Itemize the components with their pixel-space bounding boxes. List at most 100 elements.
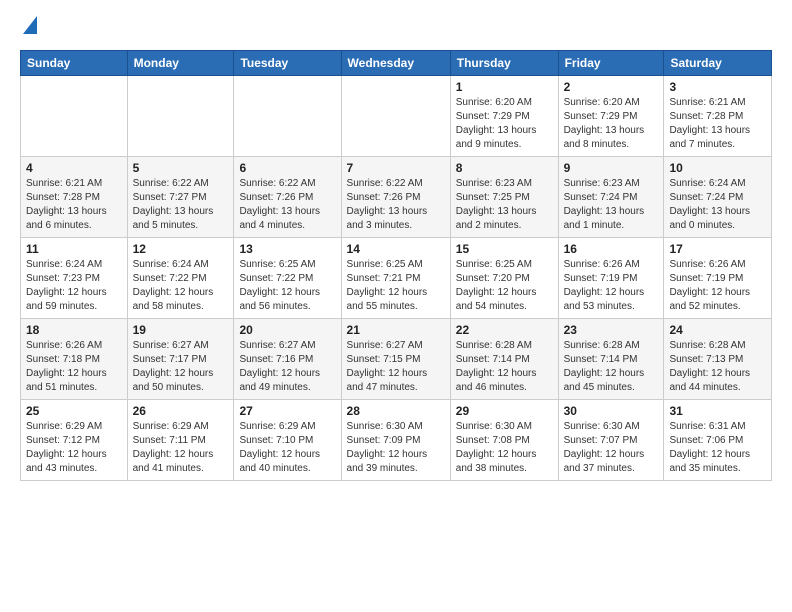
day-info: Sunrise: 6:22 AMSunset: 7:27 PMDaylight:… [133, 177, 229, 233]
day-info-line: Sunrise: 6:31 AM [669, 421, 745, 432]
header-friday: Friday [558, 51, 664, 76]
week-row-1: 1Sunrise: 6:20 AMSunset: 7:29 PMDaylight… [21, 76, 772, 157]
day-info-line: Daylight: 12 hours [669, 287, 750, 298]
day-info-line: and 4 minutes. [239, 220, 305, 231]
day-info-line: and 54 minutes. [456, 301, 527, 312]
day-info-line: and 38 minutes. [456, 463, 527, 474]
day-info-line: Daylight: 12 hours [347, 368, 428, 379]
day-info-line: and 40 minutes. [239, 463, 310, 474]
day-info-line: and 50 minutes. [133, 382, 204, 393]
day-info-line: Daylight: 13 hours [456, 125, 537, 136]
day-info: Sunrise: 6:30 AM Sunset: 7:09 PM Daylight:… [347, 420, 445, 476]
day-cell: 4Sunrise: 6:21 AMSunset: 7:28 PMDaylight… [21, 157, 128, 238]
week-row-2: 4Sunrise: 6:21 AMSunset: 7:28 PMDaylight… [21, 157, 772, 238]
header [20, 16, 772, 40]
day-info-line: and 1 minute. [564, 220, 625, 231]
day-info-line: Daylight: 13 hours [26, 206, 107, 217]
day-cell: 16Sunrise: 6:26 AMSunset: 7:19 PMDayligh… [558, 238, 664, 319]
day-info-line: Sunrise: 6:27 AM [347, 340, 423, 351]
day-info-line: Sunset: 7:19 PM [564, 273, 638, 284]
day-info-line: Sunset: 7:20 PM [456, 273, 530, 284]
day-number: 3 [669, 80, 766, 94]
day-info-line: Sunrise: 6:27 AM [239, 340, 315, 351]
day-info-line: and 41 minutes. [133, 463, 204, 474]
day-info-line: Sunrise: 6:28 AM [456, 340, 532, 351]
day-info-line: Daylight: 12 hours [564, 287, 645, 298]
day-cell: 13Sunrise: 6:25 AMSunset: 7:22 PMDayligh… [234, 238, 341, 319]
day-cell: 11Sunrise: 6:24 AMSunset: 7:23 PMDayligh… [21, 238, 128, 319]
day-info-line: and 59 minutes. [26, 301, 97, 312]
day-info-line: Sunset: 7:08 PM [456, 435, 530, 446]
calendar-table: Sunday Monday Tuesday Wednesday Thursday… [20, 50, 772, 481]
day-number: 26 [133, 404, 229, 418]
day-info: Sunrise: 6:30 AMSunset: 7:08 PMDaylight:… [456, 420, 553, 476]
day-info-line: Sunset: 7:23 PM [26, 273, 100, 284]
day-info-line: Sunset: 7:24 PM [564, 192, 638, 203]
day-info-line: Daylight: 12 hours [26, 287, 107, 298]
day-number: 29 [456, 404, 553, 418]
day-info-line: and 45 minutes. [564, 382, 635, 393]
day-info: Sunrise: 6:28 AMSunset: 7:13 PMDaylight:… [669, 339, 766, 395]
day-cell: 24Sunrise: 6:28 AMSunset: 7:13 PMDayligh… [664, 319, 772, 400]
day-info-line: Sunset: 7:09 PM [347, 435, 421, 446]
day-number: 17 [669, 242, 766, 256]
day-info-line: Sunrise: 6:25 AM [456, 259, 532, 270]
day-cell: 28Sunrise: 6:30 AMSunset: 7:09 PMDayligh… [341, 400, 450, 481]
day-info-line: Daylight: 12 hours [669, 368, 750, 379]
day-info-line: Sunrise: 6:21 AM [26, 178, 102, 189]
day-info-line: Sunrise: 6:28 AM [669, 340, 745, 351]
day-info-line: Sunset: 7:14 PM [564, 354, 638, 365]
day-info: Sunrise: 6:23 AMSunset: 7:24 PMDaylight:… [564, 177, 659, 233]
day-cell: 21Sunrise: 6:27 AMSunset: 7:15 PMDayligh… [341, 319, 450, 400]
day-info: Sunrise: 6:23 AMSunset: 7:25 PMDaylight:… [456, 177, 553, 233]
day-info-line: and 8 minutes. [564, 139, 630, 150]
day-info-line: Sunset: 7:26 PM [347, 192, 421, 203]
day-info-line: Sunset: 7:29 PM [564, 111, 638, 122]
page: Sunday Monday Tuesday Wednesday Thursday… [0, 0, 792, 491]
day-info-line: Sunrise: 6:30 AM [347, 421, 423, 432]
day-info-line: and 0 minutes. [669, 220, 735, 231]
day-info-line: Sunrise: 6:24 AM [669, 178, 745, 189]
day-info-line: Daylight: 12 hours [669, 449, 750, 460]
day-info-line: and 2 minutes. [456, 220, 522, 231]
day-info: Sunrise: 6:25 AMSunset: 7:21 PMDaylight:… [347, 258, 445, 314]
day-info-line: Daylight: 13 hours [669, 125, 750, 136]
day-info-line: Sunrise: 6:25 AM [239, 259, 315, 270]
day-info-line: Sunrise: 6:26 AM [669, 259, 745, 270]
day-info-line: Daylight: 12 hours [239, 287, 320, 298]
day-cell: 1Sunrise: 6:20 AMSunset: 7:29 PMDaylight… [450, 76, 558, 157]
day-cell: 6Sunrise: 6:22 AMSunset: 7:26 PMDaylight… [234, 157, 341, 238]
day-info-line: Daylight: 13 hours [456, 206, 537, 217]
day-info-line: and 35 minutes. [669, 463, 740, 474]
day-info-line: Sunrise: 6:29 AM [26, 421, 102, 432]
day-cell: 14Sunrise: 6:25 AMSunset: 7:21 PMDayligh… [341, 238, 450, 319]
day-cell: 8Sunrise: 6:23 AMSunset: 7:25 PMDaylight… [450, 157, 558, 238]
day-info-line: Daylight: 12 hours [456, 287, 537, 298]
day-info-line: Sunrise: 6:24 AM [133, 259, 209, 270]
day-number: 19 [133, 323, 229, 337]
day-cell: 22Sunrise: 6:28 AMSunset: 7:14 PMDayligh… [450, 319, 558, 400]
day-info-line: Sunset: 7:29 PM [456, 111, 530, 122]
day-number: 15 [456, 242, 553, 256]
day-info-line: Sunrise: 6:26 AM [26, 340, 102, 351]
header-wednesday: Wednesday [341, 51, 450, 76]
day-cell: 17Sunrise: 6:26 AMSunset: 7:19 PMDayligh… [664, 238, 772, 319]
day-info-line: and 56 minutes. [239, 301, 310, 312]
day-info-line: Daylight: 13 hours [669, 206, 750, 217]
day-info-line: Sunrise: 6:23 AM [564, 178, 640, 189]
day-info-line: and 37 minutes. [564, 463, 635, 474]
day-info-line: Sunrise: 6:30 AM [564, 421, 640, 432]
day-info-line: Sunset: 7:24 PM [669, 192, 743, 203]
day-cell [21, 76, 128, 157]
day-info-line: Daylight: 12 hours [26, 368, 107, 379]
day-info-line: Sunrise: 6:26 AM [564, 259, 640, 270]
day-info: Sunrise: 6:21 AMSunset: 7:28 PMDaylight:… [26, 177, 122, 233]
day-info-line: Daylight: 12 hours [347, 449, 428, 460]
week-row-3: 11Sunrise: 6:24 AMSunset: 7:23 PMDayligh… [21, 238, 772, 319]
day-number: 13 [239, 242, 335, 256]
day-info-line: Sunrise: 6:22 AM [239, 178, 315, 189]
day-number: 12 [133, 242, 229, 256]
day-info-line: Daylight: 12 hours [133, 449, 214, 460]
day-info: Sunrise: 6:22 AMSunset: 7:26 PMDaylight:… [239, 177, 335, 233]
day-info-line: and 55 minutes. [347, 301, 418, 312]
